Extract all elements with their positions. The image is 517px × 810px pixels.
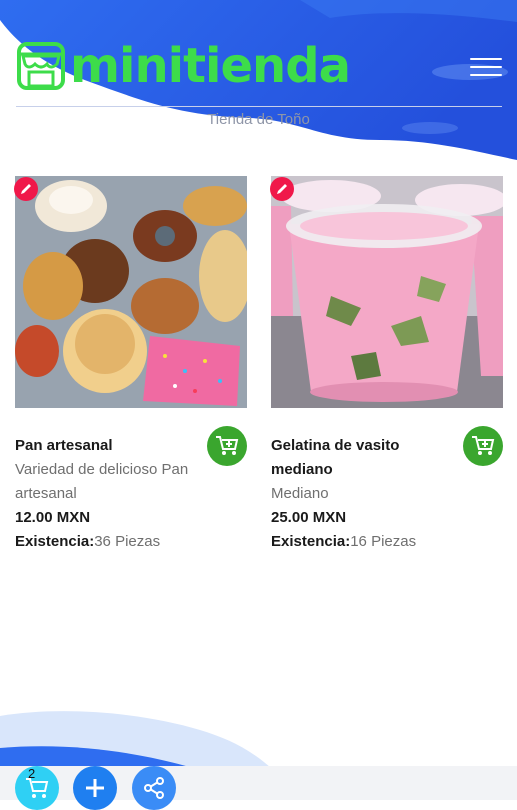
- share-icon: [144, 777, 164, 799]
- edit-icon[interactable]: [270, 177, 294, 201]
- cart-add-icon: [216, 436, 239, 455]
- add-to-cart-button[interactable]: [207, 426, 247, 466]
- product-name: Gelatina de vasito mediano: [271, 437, 400, 478]
- product-stock: Existencia:36 Piezas: [15, 530, 207, 554]
- cart-button[interactable]: [15, 766, 59, 810]
- storefront-icon: [17, 42, 65, 90]
- brand-logo[interactable]: minitienda: [16, 38, 351, 94]
- product-name: Pan artesanal: [15, 437, 113, 454]
- add-to-cart-button[interactable]: [463, 426, 503, 466]
- product-description: Mediano: [271, 485, 329, 502]
- product-image[interactable]: [15, 176, 247, 408]
- plus-icon: [86, 779, 104, 797]
- product-image[interactable]: [271, 176, 503, 408]
- add-product-button[interactable]: [73, 766, 117, 810]
- pastries-image: [15, 176, 247, 408]
- stock-label: Existencia:: [15, 533, 95, 550]
- gelatin-cups-image: [271, 176, 503, 408]
- brand-name: minitienda: [70, 38, 351, 94]
- product-stock: Existencia:16 Piezas: [271, 530, 463, 554]
- hamburger-menu-icon[interactable]: [470, 58, 502, 80]
- stock-label: Existencia:: [271, 533, 351, 550]
- stock-value: 16 Piezas: [350, 533, 417, 550]
- share-button[interactable]: [132, 766, 176, 810]
- header-divider: [16, 106, 502, 107]
- product-price: 25.00 MXN: [271, 509, 347, 526]
- stock-value: 36 Piezas: [94, 533, 161, 550]
- cart-count-badge: 2: [28, 766, 36, 781]
- product-price: 12.00 MXN: [15, 509, 91, 526]
- product-card[interactable]: Gelatina de vasito mediano Mediano 25.00…: [270, 176, 503, 554]
- store-name: Tienda de Toño: [207, 111, 310, 128]
- product-description: Variedad de delicioso Pan artesanal: [15, 461, 189, 502]
- edit-icon[interactable]: [14, 177, 38, 201]
- header: minitienda Tienda de Toño: [0, 0, 517, 140]
- cart-add-icon: [472, 436, 495, 455]
- product-card[interactable]: Pan artesanal Variedad de delicioso Pan …: [14, 176, 247, 554]
